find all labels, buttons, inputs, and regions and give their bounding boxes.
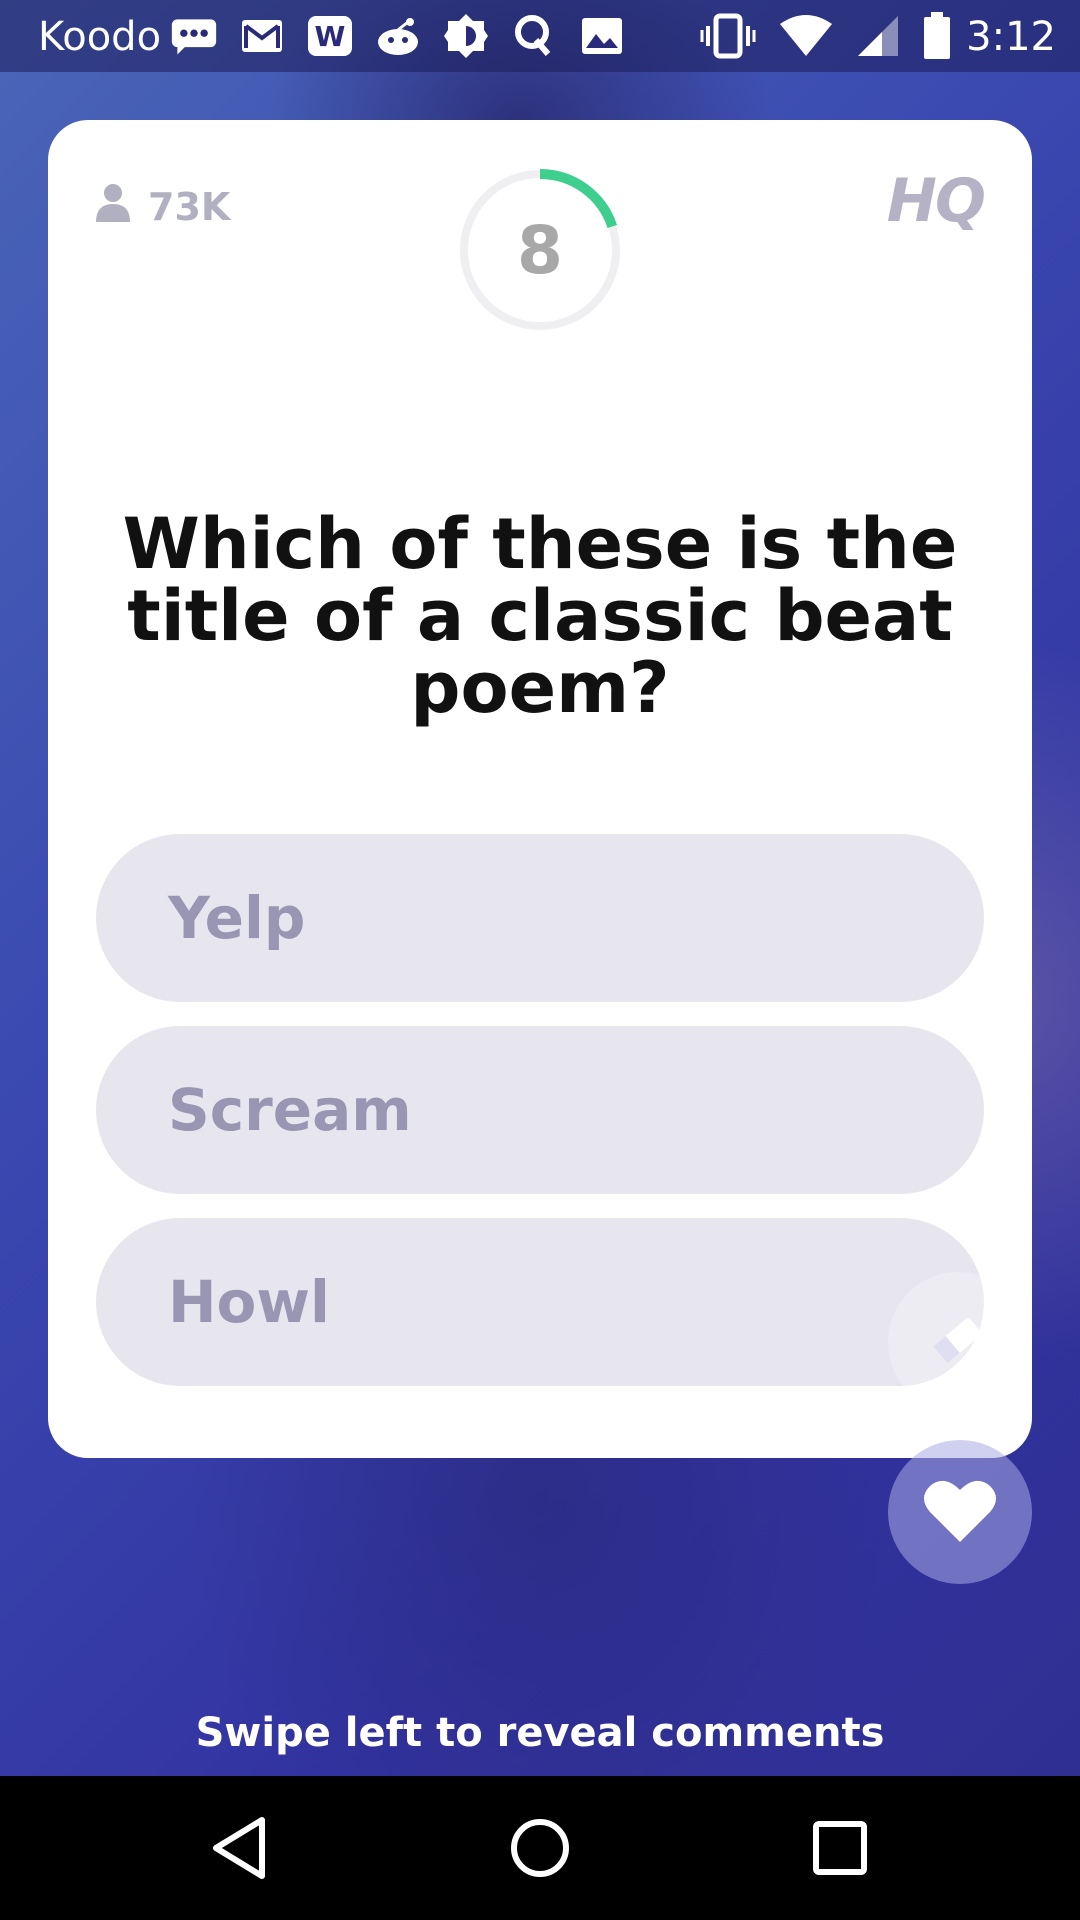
back-icon[interactable] — [204, 1812, 276, 1884]
status-bar: Koodo W 3:12 — [0, 0, 1080, 72]
swipe-hint: Swipe left to reveal comments — [195, 1710, 885, 1756]
battery-icon — [922, 12, 952, 64]
message-icon — [170, 14, 218, 58]
heart-icon — [922, 1476, 998, 1548]
timer-value: 8 — [517, 211, 563, 289]
answer-option-2[interactable]: Scream — [96, 1026, 984, 1194]
wifi-icon — [778, 14, 834, 62]
eraser-icon — [923, 1305, 993, 1379]
viewer-count: 73K — [94, 182, 230, 231]
notification-icons: W — [170, 14, 626, 58]
clock-time: 3:12 — [966, 14, 1056, 60]
hq-logo: HQ — [886, 166, 986, 236]
answer-label: Scream — [168, 1076, 412, 1144]
gmail-icon — [238, 14, 286, 58]
answer-label: Yelp — [168, 884, 306, 952]
carrier-label: Koodo — [38, 14, 162, 60]
word-icon: W — [306, 14, 354, 58]
quora-icon — [510, 14, 558, 58]
viewer-count-label: 73K — [148, 184, 231, 229]
system-icons — [700, 12, 952, 64]
like-button[interactable] — [888, 1440, 1032, 1584]
home-icon[interactable] — [504, 1812, 576, 1884]
answer-option-3[interactable]: Howl — [96, 1218, 984, 1386]
person-icon — [94, 182, 132, 231]
vibrate-icon — [700, 12, 756, 64]
navigation-bar — [0, 1776, 1080, 1920]
eraser-button[interactable] — [888, 1272, 1028, 1412]
svg-text:W: W — [315, 20, 346, 53]
reddit-icon — [374, 14, 422, 58]
answer-option-1[interactable]: Yelp — [96, 834, 984, 1002]
countdown-timer: 8 — [458, 168, 622, 332]
answer-label: Howl — [168, 1268, 330, 1336]
image-icon — [578, 14, 626, 58]
question-text: Which of these is the title of a classic… — [122, 503, 958, 729]
question-card: 73K 8 HQ Which of these is the title of … — [48, 120, 1032, 1458]
brightness-icon — [442, 14, 490, 58]
recents-icon[interactable] — [804, 1812, 876, 1884]
signal-icon — [856, 14, 900, 62]
